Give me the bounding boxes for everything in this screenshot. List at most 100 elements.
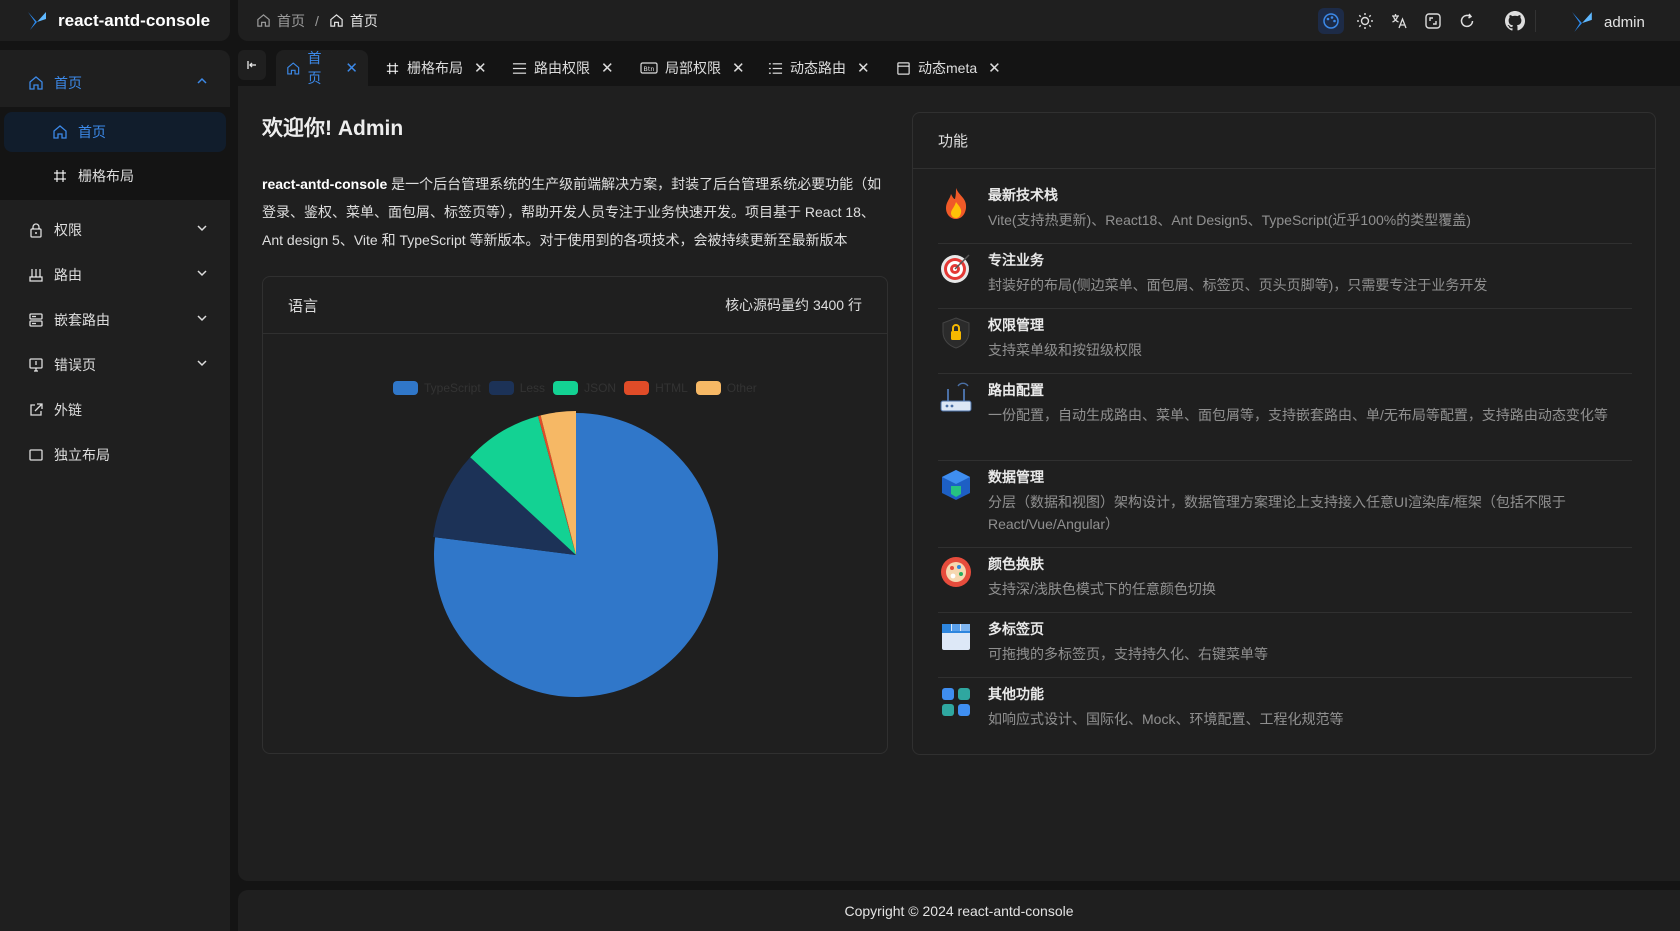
close-icon[interactable]: ✕ (732, 59, 745, 77)
brand-name: react-antd-console (262, 176, 388, 192)
feature-desc: 支持菜单级和按钮级权限 (988, 342, 1142, 358)
sidebar-item-label: 错误页 (54, 357, 96, 373)
footer: Copyright © 2024 react-antd-console (238, 890, 1680, 931)
sidebar-item-route[interactable]: 路由 (0, 255, 230, 295)
top-header: 首页 / 首页 admin (238, 0, 1680, 41)
tab-grid-layout[interactable]: 栅格布局 ✕ (375, 50, 497, 86)
chevron-down-icon (197, 315, 207, 322)
home-icon (257, 14, 270, 27)
breadcrumb-root[interactable]: 首页 (277, 11, 305, 31)
apps-icon (938, 684, 974, 720)
sidebar-item-label: 权限 (54, 222, 82, 238)
features-card-title: 功能 (913, 113, 1655, 169)
nested-icon (29, 313, 43, 327)
sidebar-item-grid[interactable]: 栅格布局 (4, 156, 226, 196)
close-icon[interactable]: ✕ (988, 59, 1001, 77)
shield-lock-icon (938, 315, 974, 351)
route-icon (29, 269, 43, 282)
sidebar-item-home[interactable]: 首页 (4, 112, 226, 152)
feature-item: 权限管理 支持菜单级和按钮级权限 (938, 309, 1632, 374)
svg-text:Btn: Btn (643, 65, 654, 73)
sidebar-item-label: 嵌套路由 (54, 312, 110, 328)
sidebar-item-home-group[interactable]: 首页 (0, 63, 230, 103)
lock-icon (30, 223, 42, 238)
tab-local-permission[interactable]: Btn 局部权限 ✕ (630, 50, 755, 86)
sidebar-item-label: 栅格布局 (78, 168, 134, 184)
fullscreen-icon[interactable] (1420, 8, 1446, 34)
list-icon (768, 62, 783, 74)
feature-item: 路由配置 一份配置，自动生成路由、菜单、面包屑等，支持嵌套路由、单/无布局等配置… (938, 374, 1632, 461)
close-icon[interactable]: ✕ (345, 59, 358, 77)
breadcrumb-separator: / (315, 12, 319, 29)
btn-icon: Btn (640, 62, 658, 74)
home-icon (287, 61, 300, 75)
feature-desc: 可拖拽的多标签页，支持持久化、右键菜单等 (988, 646, 1268, 662)
feature-title: 最新技术栈 (988, 187, 1058, 203)
logo-area[interactable]: react-antd-console (0, 0, 230, 41)
sidebar-item-label: 路由 (54, 267, 82, 283)
translate-icon[interactable] (1386, 8, 1412, 34)
sidebar-item-label: 外链 (54, 402, 82, 418)
home-icon (330, 14, 343, 27)
sidebar-item-nested-route[interactable]: 嵌套路由 (0, 300, 230, 340)
user-menu[interactable]: admin (1570, 10, 1645, 34)
grid-icon (54, 170, 66, 182)
tab-dynamic-meta[interactable]: 动态meta ✕ (886, 50, 1011, 86)
tab-label: 首页 (307, 50, 322, 86)
feature-desc: 封装好的布局(侧边菜单、面包屑、标签页、页头页脚等)，只需要专注于业务开发 (988, 277, 1488, 293)
language-card-header: 语言 核心源码量约 3400 行 (263, 277, 887, 334)
language-card-title: 语言 (288, 297, 319, 315)
chevron-down-icon (197, 270, 207, 277)
intro-line-3: Ant design 5、Vite 和 TypeScript 等新版本。对于使用… (262, 232, 848, 248)
chevron-up-icon (197, 77, 207, 84)
error-page-icon (29, 358, 43, 372)
external-link-icon (30, 403, 43, 416)
collapse-sidebar-button[interactable] (238, 50, 266, 80)
close-icon[interactable]: ✕ (474, 59, 487, 77)
language-card-summary: 核心源码量约 3400 行 (725, 297, 862, 313)
collapse-icon (247, 61, 256, 69)
feature-title: 路由配置 (988, 382, 1044, 398)
feature-desc: 分层（数据和视图）架构设计，数据管理方案理论上支持接入任意UI渲染库/框架（包括… (988, 494, 1566, 532)
menu-icon (512, 62, 527, 74)
feature-item: 专注业务 封装好的布局(侧边菜单、面包屑、标签页、页头页脚等)，只需要专注于业务… (938, 244, 1632, 309)
header-divider (1535, 10, 1536, 32)
tab-dynamic-route[interactable]: 动态路由 ✕ (758, 50, 880, 86)
close-icon[interactable]: ✕ (601, 59, 614, 77)
data-cube-icon (938, 467, 974, 503)
breadcrumb-current: 首页 (349, 12, 378, 29)
username: admin (1604, 13, 1645, 31)
sidebar-item-standalone-layout[interactable]: 独立布局 (0, 435, 230, 475)
sidebar-item-error-page[interactable]: 错误页 (0, 345, 230, 385)
target-icon (938, 250, 974, 286)
feature-title: 专注业务 (988, 252, 1044, 268)
intro-text: react-antd-console 是一个后台管理系统的生产级前端解决方案，封… (262, 170, 892, 254)
language-card: 语言 核心源码量约 3400 行 TypeScript Less JSON HTML O… (262, 276, 888, 754)
breadcrumb: 首页 / 首页 (256, 11, 378, 31)
tab-label: 路由权限 (534, 60, 590, 76)
feature-title: 多标签页 (988, 621, 1044, 637)
feature-item: 数据管理 分层（数据和视图）架构设计，数据管理方案理论上支持接入任意UI渲染库/… (938, 461, 1632, 548)
sidebar-item-label: 独立布局 (54, 447, 110, 463)
layout-icon (29, 449, 43, 461)
sun-icon[interactable] (1352, 8, 1378, 34)
features-card: 功能 最新技术栈 Vite(支持热更新)、React18、Ant Design5… (912, 112, 1656, 755)
sidebar-item-label: 首页 (54, 75, 82, 91)
close-icon[interactable]: ✕ (857, 59, 870, 77)
sidebar-item-label: 首页 (78, 124, 106, 140)
app-title: react-antd-console (58, 10, 211, 30)
feature-title: 其他功能 (988, 686, 1044, 702)
tab-label: 动态meta (918, 60, 978, 76)
tab-home[interactable]: 首页 ✕ (276, 50, 368, 86)
sidebar-item-external-link[interactable]: 外链 (0, 390, 230, 430)
theme-color-icon[interactable] (1318, 8, 1344, 34)
sidebar-item-permission[interactable]: 权限 (0, 210, 230, 250)
tab-label: 栅格布局 (407, 60, 463, 76)
github-icon[interactable] (1502, 8, 1528, 34)
window-icon (897, 61, 910, 75)
palette-icon (938, 554, 974, 590)
tab-label: 动态路由 (790, 60, 846, 76)
tab-label: 局部权限 (665, 60, 721, 76)
refresh-icon[interactable] (1454, 8, 1480, 34)
tab-route-permission[interactable]: 路由权限 ✕ (502, 50, 624, 86)
